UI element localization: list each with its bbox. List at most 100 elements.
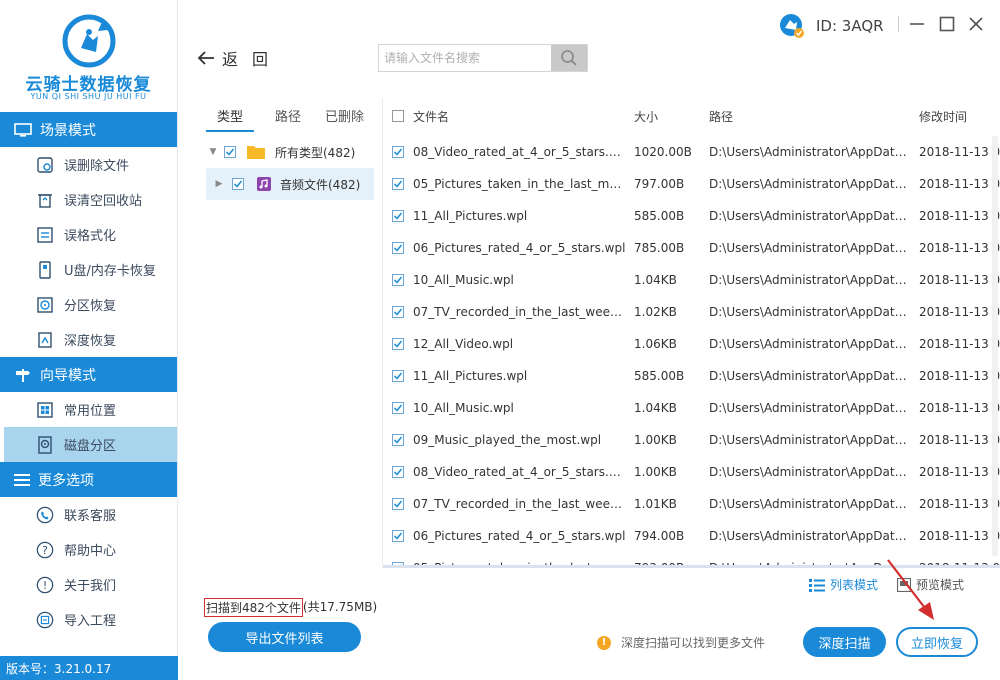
search-input[interactable]	[379, 45, 552, 71]
table-row[interactable]: 11_All_Pictures.wpl 585.00B D:\Users\Admin…	[383, 200, 1000, 232]
table-row[interactable]: 08_Video_rated_at_4_or_5_stars.wpl 1.00KB…	[383, 456, 1000, 488]
file-name: 06_Pictures_rated_4_or_5_stars.wpl	[413, 241, 626, 255]
row-checkbox[interactable]	[392, 370, 404, 382]
nav-item-recycle-bin[interactable]: 误清空回收站	[0, 182, 177, 217]
table-row[interactable]: 07_TV_recorded_in_the_last_week.wpl 1.02K…	[383, 296, 1000, 328]
tree-node-audio-files[interactable]: ▶ 音频文件(482)	[206, 168, 374, 200]
file-size: 1.00KB	[634, 433, 677, 447]
header-path[interactable]: 路径	[709, 108, 919, 125]
row-checkbox[interactable]	[392, 434, 404, 446]
tab-path[interactable]: 路径	[264, 98, 312, 132]
tree-node-all-types[interactable]: ▼ 所有类型(482)	[206, 136, 374, 168]
tree-checkbox[interactable]	[232, 178, 244, 190]
search-button[interactable]	[551, 45, 587, 71]
minimize-icon	[910, 23, 924, 25]
section-title: 场景模式	[40, 122, 96, 139]
expand-down-icon[interactable]: ▼	[206, 147, 220, 157]
row-checkbox[interactable]	[392, 146, 404, 158]
close-icon	[969, 17, 983, 31]
format-drive-icon	[36, 226, 54, 244]
nav-item-format[interactable]: 误格式化	[0, 217, 177, 252]
header-time[interactable]: 修改时间	[919, 108, 1000, 125]
row-checkbox[interactable]	[392, 498, 404, 510]
nav-item-common-locations[interactable]: 常用位置	[0, 392, 177, 427]
back-button[interactable]: 返回	[196, 46, 282, 70]
nav-item-partition-recover[interactable]: 分区恢复	[0, 287, 177, 322]
file-size: 1.04KB	[634, 273, 677, 287]
minimize-button[interactable]	[907, 14, 927, 34]
table-row[interactable]: 06_Pictures_rated_4_or_5_stars.wpl 794.00…	[383, 520, 1000, 552]
row-checkbox[interactable]	[392, 338, 404, 350]
row-checkbox[interactable]	[392, 274, 404, 286]
expand-right-icon[interactable]: ▶	[212, 179, 226, 189]
user-info[interactable]: ID: 3AQR	[778, 12, 884, 40]
select-all-checkbox[interactable]	[392, 110, 404, 122]
app-window: 云骑士数据恢复 YUN QI SHI SHU JU HUI FU 场景模式 误删…	[0, 0, 1000, 680]
row-checkbox[interactable]	[392, 306, 404, 318]
file-size: 794.00B	[634, 529, 685, 543]
deep-scan-button[interactable]: 深度扫描	[803, 627, 886, 657]
import-icon	[36, 611, 54, 629]
app-pinyin: YUN QI SHI SHU JU HUI FU	[30, 92, 147, 101]
menu-icon	[14, 473, 30, 486]
knight-logo-icon	[62, 14, 116, 68]
row-checkbox[interactable]	[392, 210, 404, 222]
nav-item-deep-recover[interactable]: 深度恢复	[0, 322, 177, 357]
scan-total-size: (共17.75MB)	[302, 600, 378, 614]
table-row[interactable]: 08_Video_rated_at_4_or_5_stars.wpl 1020.0…	[383, 136, 1000, 168]
section-wizard-mode: 向导模式	[0, 357, 177, 392]
close-button[interactable]	[966, 14, 986, 34]
nav-label: 分区恢复	[64, 299, 117, 314]
nav-label: 帮助中心	[64, 544, 117, 559]
tree-checkbox[interactable]	[224, 146, 236, 158]
list-mode-button[interactable]: 列表模式	[809, 576, 878, 593]
section-title: 向导模式	[40, 367, 96, 384]
recycle-bin-icon	[36, 191, 54, 209]
table-row[interactable]: 05_Pictures_taken_in_the_last_month.wpl7…	[383, 168, 1000, 200]
tree-node-label: 音频文件(482)	[280, 177, 361, 192]
row-checkbox[interactable]	[392, 242, 404, 254]
file-table: 08_Video_rated_at_4_or_5_stars.wpl 1020.0…	[383, 136, 1000, 566]
tab-deleted[interactable]: 已删除	[314, 98, 375, 132]
brand-logo: 云骑士数据恢复 YUN QI SHI SHU JU HUI FU	[0, 0, 177, 112]
table-row[interactable]: 12_All_Video.wpl 1.06KB D:\Users\Administr…	[383, 328, 1000, 360]
nav-item-help-center[interactable]: ? 帮助中心	[0, 532, 177, 567]
table-row[interactable]: 11_All_Pictures.wpl 585.00B D:\Users\Admin…	[383, 360, 1000, 392]
header-size[interactable]: 大小	[634, 108, 709, 125]
export-file-list-button[interactable]: 导出文件列表	[208, 622, 361, 652]
table-row[interactable]: 07_TV_recorded_in_the_last_week.wpl 1.01K…	[383, 488, 1000, 520]
nav-label: 误格式化	[64, 229, 117, 244]
recover-now-button[interactable]: 立即恢复	[896, 627, 978, 657]
nav-item-import-project[interactable]: 导入工程	[0, 602, 177, 637]
file-path: D:\Users\Administrator\AppData\Local	[709, 433, 919, 447]
signpost-icon	[16, 368, 30, 382]
row-checkbox[interactable]	[392, 402, 404, 414]
maximize-button[interactable]	[937, 14, 957, 34]
file-path: D:\Users\Administrator\AppData\Local	[709, 177, 919, 191]
file-name: 12_All_Video.wpl	[413, 337, 514, 351]
svg-text:!: !	[43, 579, 47, 592]
vertical-scrollbar[interactable]	[992, 136, 998, 556]
nav-item-usb-recover[interactable]: U盘/内存卡恢复	[0, 252, 177, 287]
nav-label: 误删除文件	[64, 159, 130, 174]
nav-item-contact-support[interactable]: 联系客服	[0, 497, 177, 532]
file-size: 797.00B	[634, 177, 685, 191]
header-name[interactable]: 文件名	[413, 108, 634, 125]
list-mode-label: 列表模式	[830, 578, 879, 592]
table-row[interactable]: 06_Pictures_rated_4_or_5_stars.wpl 785.00…	[383, 232, 1000, 264]
table-row[interactable]: 10_All_Music.wpl 1.04KB D:\Users\Administr…	[383, 264, 1000, 296]
file-name: 08_Video_rated_at_4_or_5_stars.wpl	[413, 465, 630, 479]
nav-label: 联系客服	[64, 509, 117, 524]
nav-item-disk-partition[interactable]: 磁盘分区	[4, 427, 177, 462]
nav-item-about-us[interactable]: ! 关于我们	[0, 567, 177, 602]
table-row[interactable]: 09_Music_played_the_most.wpl 1.00KB D:\Use…	[383, 424, 1000, 456]
file-size: 785.00B	[634, 241, 685, 255]
usb-drive-icon	[36, 260, 54, 279]
table-row[interactable]: 10_All_Music.wpl 1.04KB D:\Users\Administr…	[383, 392, 1000, 424]
tab-type[interactable]: 类型	[206, 98, 255, 132]
row-checkbox[interactable]	[392, 530, 404, 542]
row-checkbox[interactable]	[392, 178, 404, 190]
row-checkbox[interactable]	[392, 466, 404, 478]
monitor-icon	[14, 122, 32, 137]
nav-item-deleted-files[interactable]: 误删除文件	[0, 147, 177, 182]
